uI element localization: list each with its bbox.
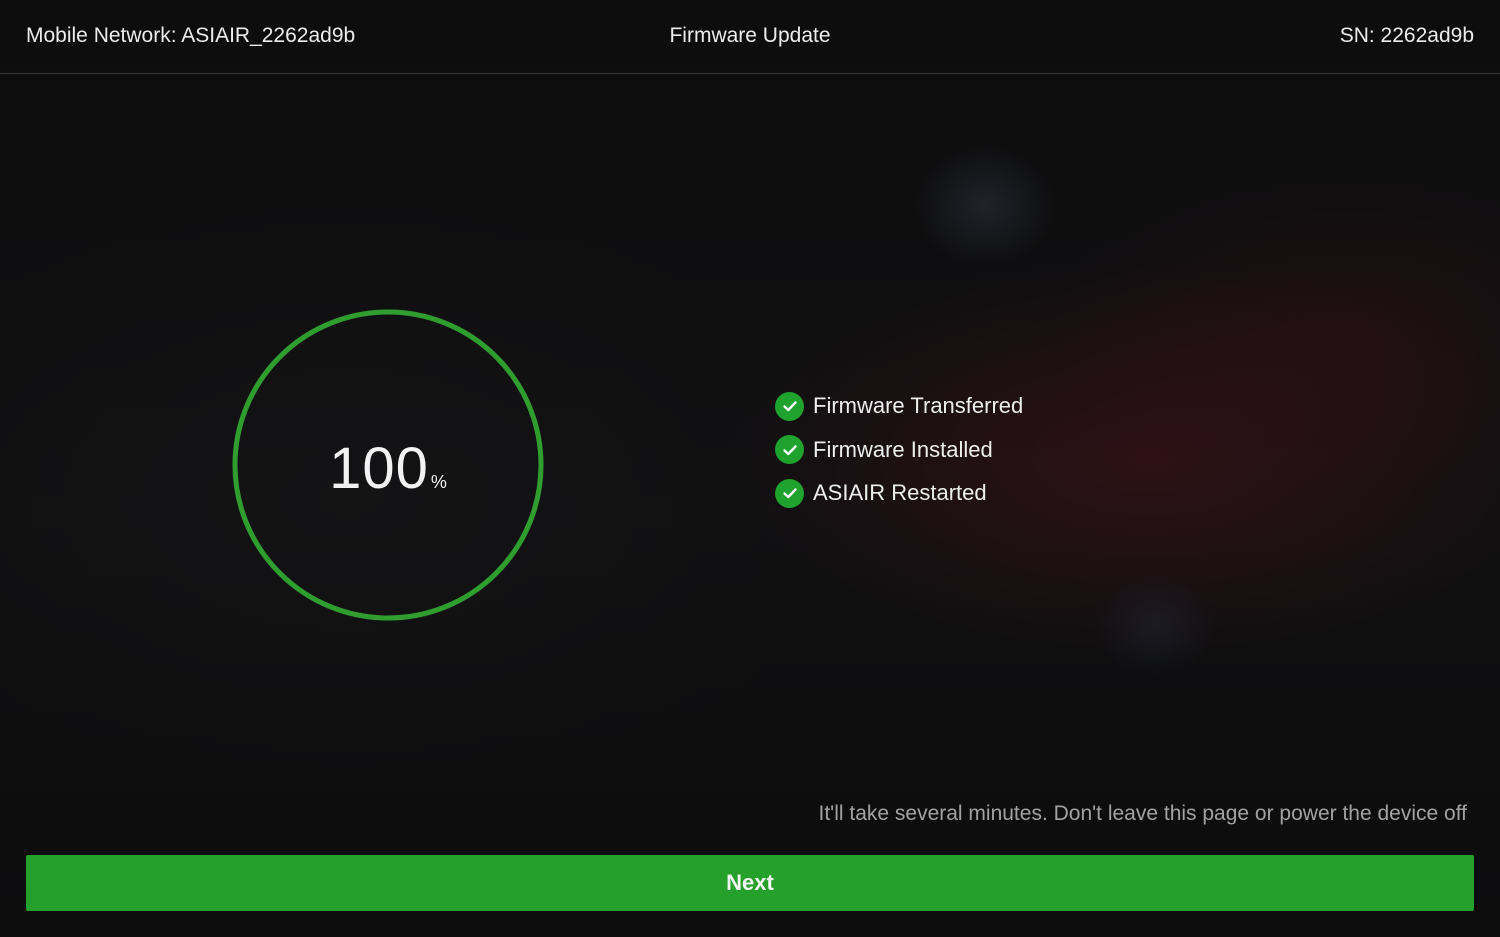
next-button[interactable]: Next [26, 855, 1474, 911]
check-circle-icon [775, 478, 804, 508]
step-firmware-installed: Firmware Installed [775, 435, 1023, 465]
firmware-update-screen: Mobile Network: ASIAIR_2262ad9b Firmware… [0, 0, 1500, 937]
update-steps-list: Firmware Transferred Firmware Installed … [775, 391, 1023, 522]
check-circle-icon [775, 391, 804, 421]
serial-number-label: SN: 2262ad9b [1339, 24, 1474, 47]
step-firmware-transferred: Firmware Transferred [775, 391, 1023, 421]
progress-percent-unit: % [430, 472, 447, 492]
step-label: Firmware Transferred [813, 393, 1024, 418]
step-label: Firmware Installed [813, 436, 993, 462]
progress-value: 100% [230, 435, 546, 502]
page-title: Firmware Update [669, 24, 831, 47]
warning-notice: It'll take several minutes. Don't leave … [818, 802, 1467, 825]
progress-ring: 100% [230, 307, 546, 623]
top-bar: Mobile Network: ASIAIR_2262ad9b Firmware… [0, 0, 1500, 74]
progress-percent-number: 100 [329, 436, 429, 501]
check-circle-icon [775, 435, 804, 464]
step-label: ASIAIR Restarted [813, 480, 987, 505]
step-asiair-restarted: ASIAIR Restarted [775, 478, 1023, 508]
